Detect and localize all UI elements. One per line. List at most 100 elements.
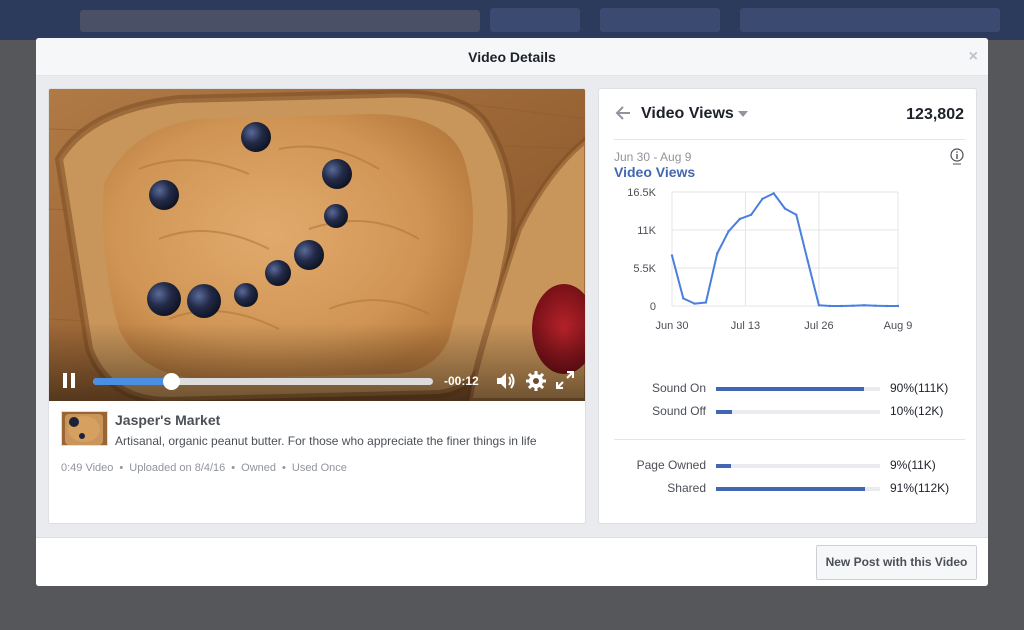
stat-row-sound-off: Sound Off 10%(12K)	[599, 402, 978, 422]
stat-bar-fill	[716, 487, 866, 491]
video-views-chart: 0 5.5K 11K 16.5K Jun 30 Jul 13 Jul 26 Aug 9	[627, 187, 913, 332]
stat-bar	[716, 464, 880, 468]
chart-data-point	[704, 301, 708, 304]
volume-icon[interactable]	[495, 371, 517, 391]
background-nav-block	[740, 8, 1000, 32]
chart-data-point	[851, 304, 854, 307]
stat-label: Shared	[667, 481, 706, 495]
info-icon[interactable]	[950, 148, 964, 166]
chart-y-tick-label: 11K	[637, 225, 656, 237]
chart-x-tick-label: Jul 13	[731, 320, 760, 332]
chart-data-point	[896, 304, 900, 308]
stat-label: Sound On	[651, 381, 706, 395]
chart-data-point	[749, 213, 753, 216]
chart-y-tick-label: 5.5K	[633, 263, 656, 275]
stat-bar	[716, 487, 880, 491]
chart-data-point	[761, 197, 764, 201]
seek-bar[interactable]	[93, 373, 433, 390]
video-player[interactable]: -00:12	[49, 89, 585, 401]
background-top-bar	[0, 0, 1024, 40]
video-card: -00:12 Jasper's Market Artisanal, organi…	[48, 88, 586, 524]
stat-value: 10%(12K)	[890, 404, 944, 418]
chart-data-point	[874, 304, 877, 307]
close-icon[interactable]: ×	[969, 38, 978, 76]
back-arrow-icon[interactable]	[615, 105, 631, 121]
video-controls: -00:12	[49, 361, 585, 401]
chart-data-point	[829, 304, 832, 308]
post-description: Artisanal, organic peanut butter. For th…	[115, 434, 537, 448]
modal-body: -00:12 Jasper's Market Artisanal, organi…	[36, 76, 988, 537]
date-range: Jun 30 - Aug 9	[614, 150, 692, 164]
video-frame-image	[49, 89, 585, 401]
usage-count: Used Once	[291, 462, 347, 474]
divider	[614, 439, 965, 440]
video-duration: 0:49 Video	[61, 462, 114, 474]
chart-y-tick-label: 16.5K	[627, 187, 656, 199]
chart-data-point	[716, 252, 719, 255]
chart-x-tick-label: Jun 30	[655, 320, 688, 332]
stat-row-shared: Shared 91%(112K)	[599, 479, 978, 499]
chart-data-point	[727, 230, 730, 233]
stat-row-page-owned: Page Owned 9%(11K)	[599, 456, 978, 476]
chart-x-tick-label: Aug 9	[884, 320, 913, 332]
stat-bar-fill	[716, 410, 733, 414]
chart-data-point	[817, 304, 821, 307]
modal-title: Video Details	[468, 49, 556, 65]
time-remaining: -00:12	[444, 374, 479, 388]
background-nav-block	[600, 8, 720, 32]
chart-data-point	[806, 259, 809, 262]
fullscreen-icon[interactable]	[556, 371, 574, 389]
stat-bar	[716, 410, 880, 414]
modal-header: Video Details ×	[36, 38, 988, 76]
divider	[614, 139, 965, 140]
stat-label: Page Owned	[636, 458, 706, 472]
thumbnail-image	[62, 412, 107, 445]
chart-data-point	[840, 304, 843, 308]
chart-series-line	[671, 192, 898, 307]
chevron-down-icon[interactable]	[738, 111, 748, 117]
seek-bar-progress	[93, 378, 172, 385]
page-name[interactable]: Jasper's Market	[115, 412, 220, 428]
upload-date: Uploaded on 8/4/16	[129, 462, 226, 474]
separator-dot: •	[231, 462, 236, 474]
ownership-status: Owned	[241, 462, 277, 474]
chart-data-point	[693, 302, 696, 305]
chart-data-point	[738, 217, 741, 221]
video-thumbnail[interactable]	[61, 411, 108, 446]
stat-label: Sound Off	[652, 404, 706, 418]
modal-footer: New Post with this Video	[36, 537, 988, 586]
pause-icon-bar	[71, 373, 75, 388]
stat-row-sound-on: Sound On 90%(111K)	[599, 379, 978, 399]
separator-dot: •	[119, 462, 124, 474]
seek-bar-handle[interactable]	[163, 373, 181, 390]
new-post-with-video-button[interactable]: New Post with this Video	[816, 545, 977, 580]
separator-dot: •	[282, 462, 286, 474]
total-views: 123,802	[906, 106, 964, 123]
stat-value: 9%(11K)	[890, 458, 936, 472]
pause-icon-bar	[63, 373, 67, 388]
chart-series-label: Video Views	[614, 164, 696, 180]
chart-data-point	[772, 192, 775, 195]
chart-data-point	[862, 304, 866, 307]
chart-x-tick-label: Jul 26	[804, 320, 833, 332]
background-nav-block	[490, 8, 580, 32]
stat-bar-fill	[716, 387, 864, 391]
stat-value: 90%(111K)	[890, 381, 949, 395]
chart-data-point	[670, 254, 674, 257]
metric-selector[interactable]: Video Views	[641, 105, 734, 123]
video-meta: 0:49 Video • Uploaded on 8/4/16 • Owned • Used…	[61, 462, 347, 474]
video-details-modal: Video Details × -00:12 Jasper's Market A…	[36, 38, 988, 586]
pause-button[interactable]	[63, 373, 75, 389]
stat-value: 91%(112K)	[890, 481, 950, 495]
background-search-bar	[80, 10, 480, 32]
chart-data-point	[795, 213, 798, 216]
chart-data-point	[682, 297, 685, 300]
chart-data-point	[783, 207, 787, 210]
insights-card: Video Views 123,802 Jun 30 - Aug 9 Video…	[598, 88, 977, 524]
chart-y-tick-label: 0	[650, 301, 656, 313]
stat-bar-fill	[716, 464, 731, 468]
post-info: Jasper's Market Artisanal, organic peanu…	[61, 411, 576, 451]
stat-bar	[716, 387, 880, 391]
settings-gear-icon[interactable]	[526, 371, 546, 391]
chart-data-point	[885, 304, 888, 308]
